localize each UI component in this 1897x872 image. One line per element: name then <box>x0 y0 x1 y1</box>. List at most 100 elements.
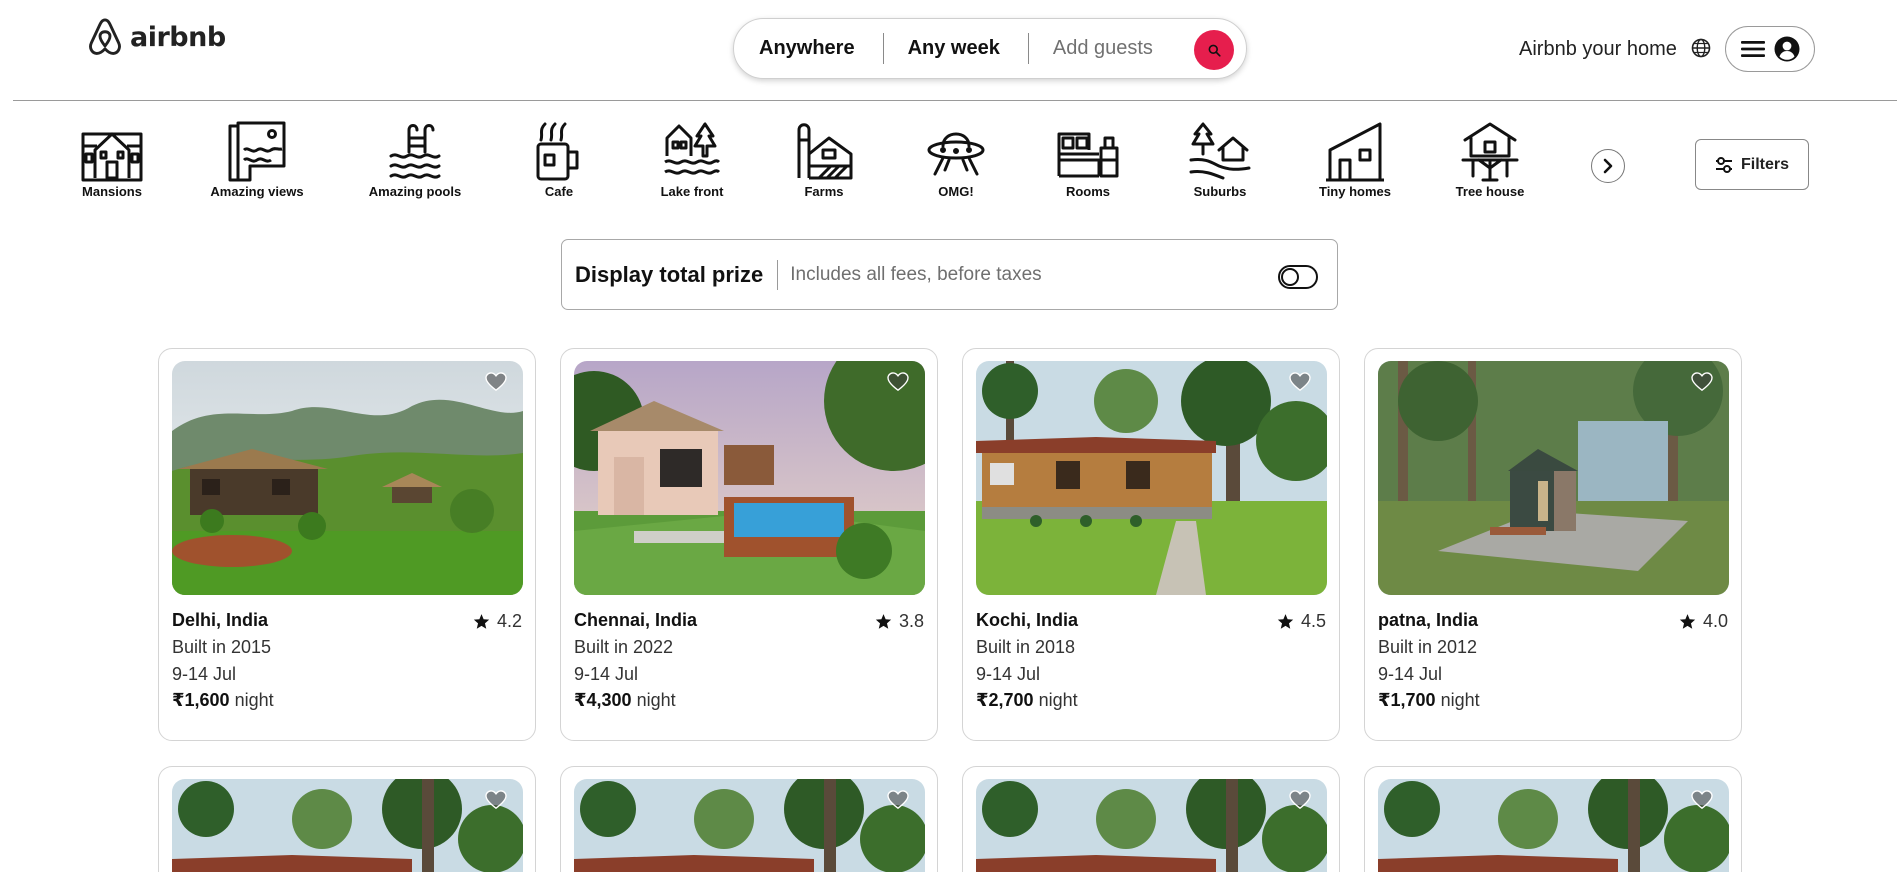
heart-icon[interactable] <box>1691 372 1713 392</box>
listing-card[interactable]: patna, India 4.0 Built in 2012 9-14 Jul … <box>1364 348 1742 741</box>
category-label: Lake front <box>660 184 724 199</box>
listing-dates: 9-14 Jul <box>172 664 237 684</box>
heart-icon[interactable] <box>887 790 909 810</box>
room-icon <box>1057 132 1119 178</box>
categories-next-button[interactable] <box>1591 149 1625 183</box>
category-label: Suburbs <box>1193 184 1247 199</box>
pool-icon <box>389 124 441 179</box>
listing-photo[interactable] <box>976 779 1327 872</box>
heart-icon[interactable] <box>1289 372 1311 392</box>
star-icon <box>473 614 490 629</box>
top-header: airbnb Anywhere Any week Add guests Airb… <box>0 0 1897 101</box>
category-farms[interactable]: Farms <box>769 120 879 199</box>
rating-value: 4.5 <box>1300 611 1326 631</box>
listing-price: ₹1,600 <box>172 690 230 710</box>
search-dates[interactable]: Any week <box>908 37 1000 60</box>
category-label: Amazing pools <box>368 184 462 199</box>
airbnb-logo[interactable]: airbnb <box>84 16 226 58</box>
category-label: Mansions <box>82 184 142 199</box>
search-bar[interactable]: Anywhere Any week Add guests <box>733 18 1247 79</box>
listing-photo[interactable] <box>574 779 925 872</box>
star-icon <box>1679 614 1696 629</box>
cafe-icon <box>536 122 579 181</box>
category-rooms[interactable]: Rooms <box>1033 120 1143 199</box>
search-guests[interactable]: Add guests <box>1053 37 1153 60</box>
category-label: Rooms <box>1065 184 1111 199</box>
heart-icon[interactable] <box>485 790 507 810</box>
airbnb-logo-icon <box>89 18 121 55</box>
category-lake-front[interactable]: Lake front <box>637 120 747 199</box>
rating-value: 4.0 <box>1702 611 1728 631</box>
listing-photo[interactable] <box>1378 779 1729 872</box>
category-tiny-homes[interactable]: Tiny homes <box>1300 120 1410 199</box>
category-suburbs[interactable]: Suburbs <box>1165 120 1275 199</box>
category-amazing-views[interactable]: Amazing views <box>202 120 312 199</box>
logo-text: airbnb <box>130 21 226 53</box>
listing-card[interactable] <box>158 766 536 872</box>
toggle-divider <box>777 259 779 290</box>
listing-card[interactable] <box>1364 766 1742 872</box>
globe-icon[interactable] <box>1691 38 1711 58</box>
filters-label: Filters <box>1740 155 1789 173</box>
toggle-knob <box>1281 268 1299 286</box>
total-price-toggle-switch[interactable] <box>1278 265 1318 289</box>
filters-icon <box>1715 156 1732 173</box>
category-label: Tiny homes <box>1318 184 1391 199</box>
listing-card[interactable]: Delhi, India 4.2 Built in 2015 9-14 Jul … <box>158 348 536 741</box>
listing-card[interactable]: Chennai, India 3.8 Built in 2022 9-14 Ju… <box>560 348 938 741</box>
listing-price-line: ₹2,700 night <box>976 690 1078 711</box>
category-cafe[interactable]: Cafe <box>504 120 614 199</box>
star-icon <box>875 614 892 629</box>
suburb-icon <box>1189 122 1251 180</box>
rating-value: 4.2 <box>496 611 522 631</box>
search-divider <box>882 33 884 64</box>
category-label: Amazing views <box>210 184 304 199</box>
listing-price-line: ₹1,600 night <box>172 690 274 711</box>
listing-photo[interactable] <box>172 361 523 595</box>
listing-dates: 9-14 Jul <box>574 664 639 684</box>
heart-icon[interactable] <box>1691 790 1713 810</box>
display-total-price-title: Display total prize <box>575 261 764 287</box>
farm-icon <box>797 123 853 180</box>
listing-built-year: Built in 2015 <box>172 637 272 657</box>
listing-price: ₹4,300 <box>574 690 632 710</box>
listing-rating: 4.0 <box>1679 611 1728 632</box>
chevron-right-icon <box>1603 158 1613 174</box>
category-tree-house[interactable]: Tree house <box>1435 120 1545 199</box>
heart-icon[interactable] <box>887 372 909 392</box>
listing-card[interactable]: Kochi, India 4.5 Built in 2018 9-14 Jul … <box>962 348 1340 741</box>
heart-icon[interactable] <box>485 372 507 392</box>
search-location[interactable]: Anywhere <box>759 37 855 60</box>
listing-card[interactable] <box>962 766 1340 872</box>
listing-location: patna, India <box>1378 610 1479 630</box>
listing-built-year: Built in 2022 <box>574 637 674 657</box>
listing-card[interactable] <box>560 766 938 872</box>
listing-photo[interactable] <box>172 779 523 872</box>
listing-photo[interactable] <box>1378 361 1729 595</box>
search-icon <box>1208 44 1221 57</box>
listing-photo[interactable] <box>574 361 925 595</box>
host-your-home-link[interactable]: Airbnb your home <box>1519 38 1677 61</box>
heart-icon[interactable] <box>1289 790 1311 810</box>
category-mansions[interactable]: Mansions <box>57 120 167 199</box>
filters-button[interactable]: Filters <box>1695 139 1809 190</box>
search-divider <box>1027 33 1029 64</box>
listing-built-year: Built in 2012 <box>1378 637 1478 657</box>
listing-location: Delhi, India <box>172 610 269 630</box>
mansion-icon <box>81 132 143 182</box>
hamburger-menu-icon <box>1741 41 1765 57</box>
listing-price-unit: night <box>1440 690 1480 710</box>
listing-rating: 3.8 <box>875 611 924 632</box>
category-omg[interactable]: OMG! <box>901 120 1011 199</box>
listing-price-unit: night <box>1038 690 1078 710</box>
rating-value: 3.8 <box>898 611 924 631</box>
user-avatar-icon <box>1774 36 1800 62</box>
listing-dates: 9-14 Jul <box>1378 664 1443 684</box>
search-button[interactable] <box>1194 30 1234 70</box>
listing-photo[interactable] <box>976 361 1327 595</box>
category-label: Cafe <box>544 184 574 199</box>
profile-menu-button[interactable] <box>1725 26 1815 72</box>
listing-location: Chennai, India <box>574 610 698 630</box>
tiny-home-icon <box>1326 122 1384 182</box>
category-amazing-pools[interactable]: Amazing pools <box>360 120 470 199</box>
